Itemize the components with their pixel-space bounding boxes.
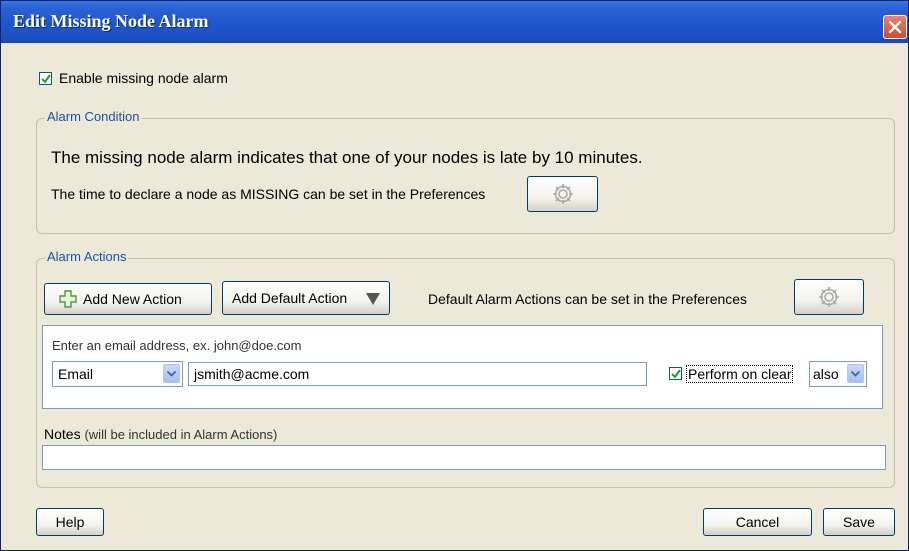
perform-on-clear-label: Perform on clear: [686, 365, 794, 383]
actions-preferences-button[interactable]: [794, 279, 864, 315]
plus-icon: [59, 290, 77, 308]
perform-on-clear-checkbox[interactable]: [669, 367, 682, 380]
email-value: jsmith@acme.com: [194, 366, 310, 382]
alarm-condition-legend: Alarm Condition: [45, 109, 142, 124]
help-label: Help: [55, 514, 85, 530]
condition-description: The missing node alarm indicates that on…: [51, 148, 643, 167]
email-hint: Enter an email address, ex. john@doe.com: [52, 338, 302, 353]
action-type-dropdown-button[interactable]: [163, 364, 180, 383]
chevron-down-icon: [851, 371, 860, 377]
enable-label: Enable missing node alarm: [59, 70, 228, 86]
alarm-actions-legend: Alarm Actions: [45, 249, 129, 264]
close-button[interactable]: [883, 15, 907, 39]
save-button[interactable]: Save: [823, 508, 895, 536]
email-input[interactable]: jsmith@acme.com: [188, 362, 647, 386]
close-icon: [888, 20, 902, 34]
condition-preference-note: The time to declare a node as MISSING ca…: [51, 186, 486, 202]
also-select[interactable]: also: [809, 361, 867, 387]
check-icon: [671, 369, 681, 379]
add-new-action-button[interactable]: Add New Action: [44, 283, 212, 315]
save-label: Save: [843, 514, 875, 530]
check-icon: [41, 74, 51, 84]
notes-input[interactable]: [42, 445, 886, 470]
add-default-action-label: Add Default Action: [232, 290, 348, 306]
window-title: Edit Missing Node Alarm: [13, 11, 209, 31]
chevron-down-icon: [366, 293, 380, 305]
cancel-button[interactable]: Cancel: [703, 508, 812, 536]
action-type-select[interactable]: Email: [52, 361, 183, 387]
chevron-down-icon: [167, 371, 176, 377]
notes-title: Notes: [44, 426, 81, 442]
also-dropdown-button[interactable]: [847, 364, 864, 383]
enable-checkbox[interactable]: [39, 72, 52, 85]
gear-icon: [819, 287, 839, 307]
also-value: also: [813, 366, 839, 382]
add-default-action-dropdown[interactable]: Add Default Action: [222, 281, 390, 315]
condition-preferences-button[interactable]: [527, 176, 598, 212]
notes-hint: (will be included in Alarm Actions): [84, 427, 278, 442]
cancel-label: Cancel: [735, 514, 780, 530]
add-new-action-label: Add New Action: [83, 291, 182, 307]
action-type-value: Email: [58, 366, 94, 382]
dialog-window: Edit Missing Node Alarm Enable missing n…: [0, 0, 909, 551]
help-button[interactable]: Help: [36, 508, 104, 536]
title-bar[interactable]: Edit Missing Node Alarm: [1, 1, 908, 43]
notes-label: Notes (will be included in Alarm Actions…: [44, 426, 277, 442]
alarm-condition-group: [36, 118, 895, 234]
default-actions-note: Default Alarm Actions can be set in the …: [428, 291, 748, 307]
gear-icon: [552, 184, 573, 204]
